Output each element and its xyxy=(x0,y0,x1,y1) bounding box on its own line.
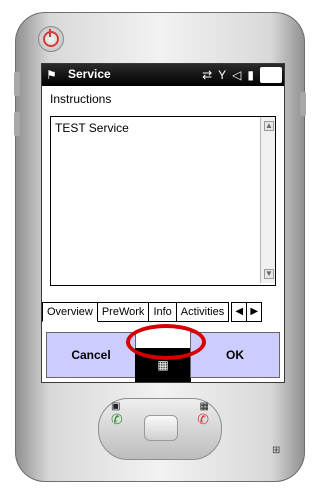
annotation-circle xyxy=(126,324,206,360)
side-button-left-top[interactable] xyxy=(14,72,20,96)
tab-prev-icon[interactable]: ◀ xyxy=(232,303,248,321)
app-title: Service xyxy=(68,67,111,81)
title-bar: ⚑ Service ⇄ Y ◁ ▮ OK xyxy=(42,64,284,86)
tab-strip: Overview PreWork Info Activities ◀ ▶ xyxy=(42,302,284,322)
scroll-down-icon[interactable]: ▼ xyxy=(264,269,274,279)
side-button-right[interactable] xyxy=(300,92,306,116)
tab-navigation: ◀ ▶ xyxy=(231,302,263,322)
tab-next-icon[interactable]: ▶ xyxy=(247,303,261,321)
cancel-button[interactable]: Cancel xyxy=(46,332,136,378)
scroll-up-icon[interactable]: ▲ xyxy=(264,121,274,131)
connectivity-icon[interactable]: ⇄ xyxy=(202,67,212,83)
hardware-keypad: ▣ ▦ ✆ ✆ xyxy=(98,398,222,460)
instructions-text: TEST Service xyxy=(55,121,129,135)
tab-info[interactable]: Info xyxy=(149,302,177,322)
battery-icon[interactable]: ▮ xyxy=(247,67,254,83)
textarea-scrollbar[interactable]: ▲ ▼ xyxy=(260,117,275,283)
dpad-center-button[interactable] xyxy=(144,415,178,441)
phone-end-icon[interactable]: ✆ xyxy=(197,411,209,428)
tab-overview[interactable]: Overview xyxy=(42,302,98,322)
power-button[interactable] xyxy=(38,26,64,52)
signal-off-icon[interactable]: Y xyxy=(218,67,226,83)
phone-call-icon[interactable]: ✆ xyxy=(111,411,123,428)
tab-prework[interactable]: PreWork xyxy=(97,302,150,322)
mute-icon[interactable]: ◁ xyxy=(232,67,241,83)
tab-activities[interactable]: Activities xyxy=(176,302,230,322)
power-icon xyxy=(43,29,59,47)
windows-flag-icon[interactable]: ⚑ xyxy=(46,68,62,82)
instructions-label: Instructions xyxy=(50,92,112,106)
title-ok-button[interactable]: OK xyxy=(260,67,282,83)
windows-logo-icon: ⊞ xyxy=(272,445,281,456)
status-icons: ⇄ Y ◁ ▮ OK xyxy=(202,67,282,83)
keyboard-icon: ▦ xyxy=(157,358,169,372)
instructions-textarea[interactable]: TEST Service ▲ ▼ xyxy=(50,116,276,286)
side-button-left-bottom[interactable] xyxy=(14,112,20,136)
